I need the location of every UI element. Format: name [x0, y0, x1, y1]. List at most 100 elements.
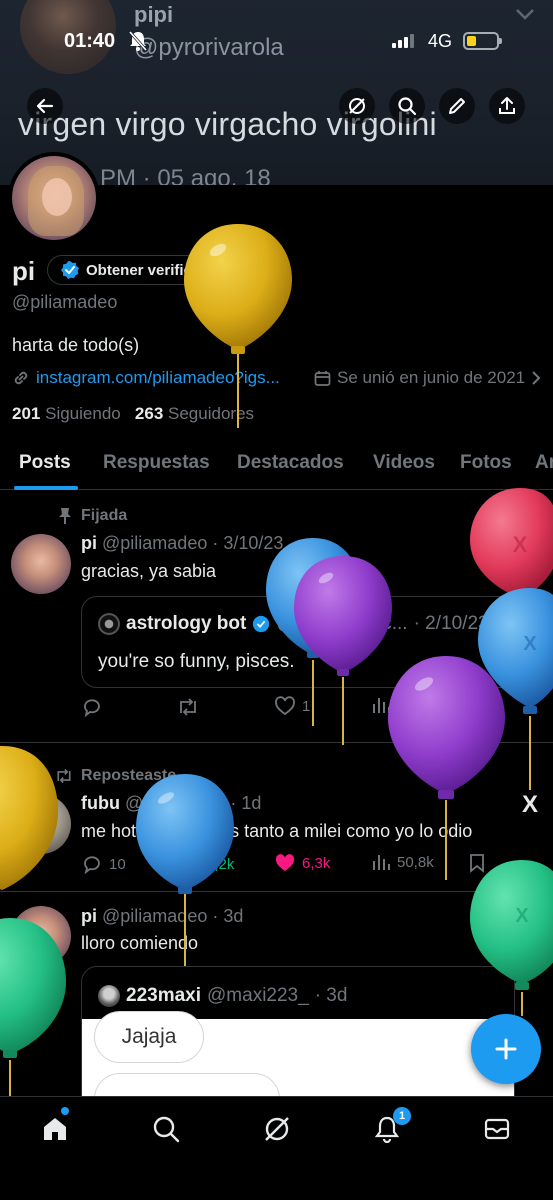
plus-icon: [495, 1038, 517, 1060]
grok-button[interactable]: [339, 88, 375, 124]
back-button[interactable]: [27, 88, 63, 124]
post-divider: [0, 891, 553, 892]
repost-icon: [180, 698, 196, 716]
pinned-label: Fijada: [81, 507, 128, 524]
bookmark-icon: [470, 854, 484, 873]
nav-search[interactable]: [150, 1113, 182, 1145]
repost-icon: [180, 855, 196, 873]
search-icon: [153, 1116, 180, 1143]
quote-image-bubble: Jajaja: [94, 1011, 204, 1063]
views-button[interactable]: 50,8k: [371, 853, 434, 871]
heart-icon: [275, 696, 295, 716]
followers-link[interactable]: 263 Seguidores: [135, 404, 254, 423]
reply-count: 10: [109, 855, 126, 873]
followers-count: 263: [134, 404, 164, 423]
bottom-navigation: 1: [0, 1096, 553, 1200]
reply-button[interactable]: [81, 696, 103, 718]
quote-header: 223maxi @maxi223_ · 3d: [98, 985, 347, 1007]
post-author-handle[interactable]: @piliamadeo: [102, 533, 207, 553]
get-verified-button[interactable]: Obtener verificación: [47, 255, 249, 285]
share-icon: [499, 97, 515, 114]
like-count: 1: [302, 697, 311, 715]
quote-header: astrology bot @dailyhorosc... · 2/10/23: [98, 613, 489, 635]
profile-banner: pipi @pyrorivarola virgen virgo virgacho…: [0, 0, 553, 185]
tab-videos[interactable]: Videos: [373, 452, 435, 474]
reposted-label: Reposteaste: [81, 767, 177, 784]
banner-name: pipi: [134, 2, 174, 27]
like-button[interactable]: 6,3k: [274, 853, 330, 873]
views-count: 50,8k: [397, 853, 434, 871]
nav-messages[interactable]: [481, 1113, 513, 1145]
notification-badge: 1: [393, 1107, 411, 1125]
like-button[interactable]: 1: [274, 696, 310, 716]
views-button[interactable]: 4,6k: [371, 696, 425, 714]
svg-text:X: X: [515, 905, 529, 927]
nav-grok[interactable]: [261, 1113, 293, 1145]
avatar[interactable]: [11, 794, 71, 854]
post-divider: [0, 742, 553, 743]
repost-count: 1,2k: [206, 855, 235, 873]
chevron-right-icon[interactable]: [531, 371, 541, 385]
post-author-handle[interactable]: @piliamadeo: [102, 906, 207, 926]
views-icon: [373, 698, 390, 713]
get-verified-label: Obtener verificación: [86, 261, 232, 279]
tab-highlights[interactable]: Destacados: [237, 452, 344, 474]
post-time: · 3d: [212, 906, 244, 926]
nav-home[interactable]: [39, 1113, 71, 1145]
post-author-name[interactable]: fubu: [81, 793, 120, 813]
profile-link[interactable]: instagram.com/piliamadeo?igs...: [12, 368, 280, 388]
tab-replies[interactable]: Respuestas: [103, 452, 210, 474]
quote-text: you're so funny, pisces.: [98, 651, 295, 672]
followers-label: Seguidores: [168, 404, 255, 423]
tab-photos[interactable]: Fotos: [460, 452, 512, 474]
profile-joined-text: Se unió en junio de 2021: [337, 368, 526, 387]
profile-avatar[interactable]: [8, 152, 100, 244]
network-label: 4G: [428, 31, 453, 51]
profile-bio: harta de todo(s): [12, 335, 140, 355]
home-icon: [44, 1118, 66, 1140]
x-logo-icon: X: [522, 791, 538, 818]
post-author-handle[interactable]: @fubucidioo: [125, 793, 225, 813]
tab-articles[interactable]: Ar: [535, 452, 553, 474]
heart-filled-icon: [275, 854, 295, 871]
home-notification-dot: [61, 1107, 69, 1115]
quote-time: · 2/10/23: [413, 613, 489, 634]
following-label: Siguiendo: [45, 404, 121, 423]
post-time: · 1d: [230, 793, 262, 813]
bookmark-button[interactable]: [469, 696, 485, 716]
following-link[interactable]: 201 Siguiendo: [12, 404, 121, 423]
quote-time: · 3d: [314, 985, 348, 1006]
profile-joined: Se unió en junio de 2021: [314, 368, 541, 388]
quote-author-name: astrology bot: [126, 613, 247, 634]
tab-posts[interactable]: Posts: [19, 452, 71, 474]
repost-button[interactable]: 1,2k: [176, 853, 234, 875]
bookmark-button[interactable]: [469, 853, 485, 873]
edit-button[interactable]: [439, 88, 475, 124]
search-button[interactable]: [389, 88, 425, 124]
avatar[interactable]: [11, 906, 71, 966]
post-author-name[interactable]: pi: [81, 906, 97, 926]
repost-button[interactable]: [176, 696, 200, 718]
arrow-left-icon: [36, 98, 54, 114]
quote-author-handle: @dailyhorosc...: [276, 613, 408, 634]
signal-icon: [392, 33, 414, 48]
avatar[interactable]: [11, 534, 71, 594]
banner-handle: @pyrorivarola: [134, 34, 284, 61]
post-author-name[interactable]: pi: [81, 533, 97, 553]
compose-button[interactable]: [471, 1014, 541, 1084]
grok-icon: [349, 98, 365, 114]
pin-icon: [59, 508, 71, 524]
quote-author-name: 223maxi: [126, 985, 202, 1006]
profile-tabs: Posts Respuestas Destacados Videos Fotos…: [0, 440, 553, 490]
profile-link-text[interactable]: instagram.com/piliamadeo?igs...: [36, 368, 280, 388]
quote-avatar: [98, 613, 120, 635]
reply-button[interactable]: 10: [81, 853, 126, 875]
post-text: lloro comiendo: [81, 933, 199, 953]
quote-avatar: [98, 985, 120, 1007]
quoted-post[interactable]: astrology bot @dailyhorosc... · 2/10/23 …: [81, 596, 531, 688]
post-header: pi @piliamadeo · 3d: [81, 906, 243, 927]
share-button[interactable]: [489, 88, 525, 124]
quote-author-handle: @maxi223_: [207, 985, 309, 1006]
verified-badge-icon: [253, 615, 270, 633]
profile-handle: @piliamadeo: [12, 292, 118, 312]
